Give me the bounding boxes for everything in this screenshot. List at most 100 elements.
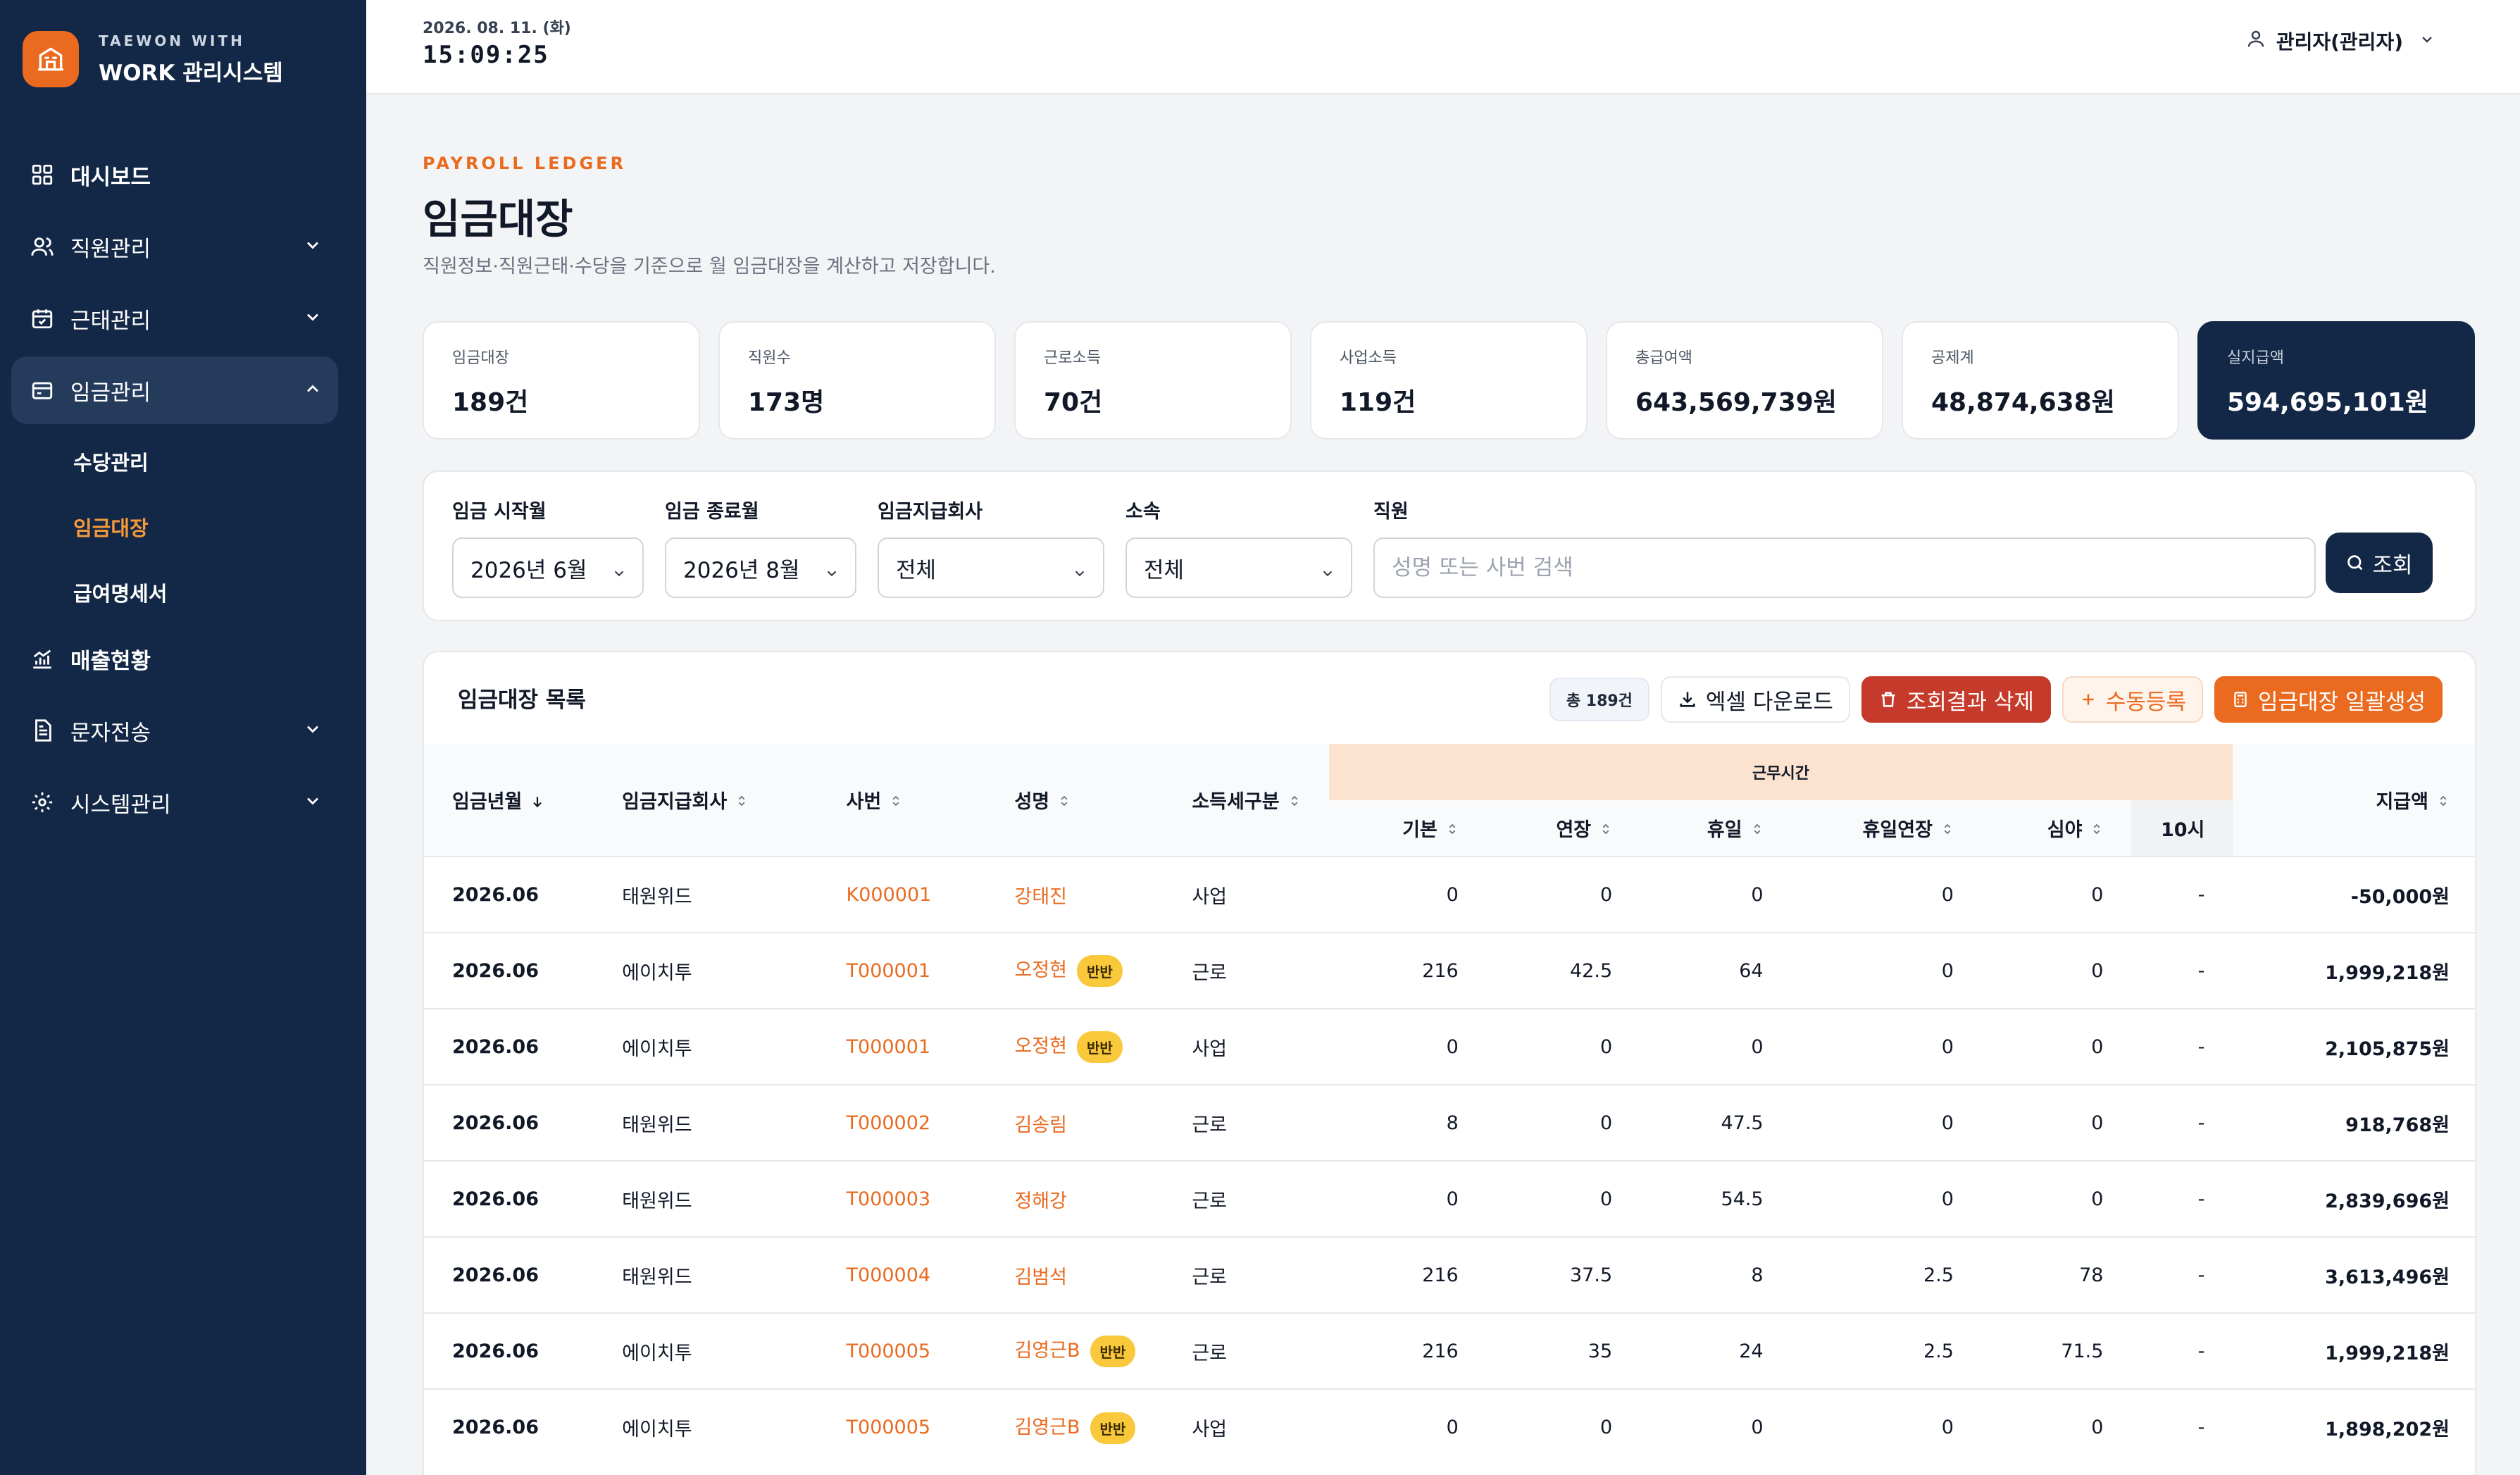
cell-name[interactable]: 오정현 반반 (986, 1008, 1164, 1085)
nav-item-attendance[interactable]: 근태관리 (11, 285, 338, 352)
cell-holiday: 64 (1640, 932, 1792, 1009)
cell-holiday-overtime: 0 (1791, 856, 1982, 933)
sort-desc-icon (530, 792, 544, 814)
chevron-down-icon (2419, 30, 2435, 53)
cell-tax-type: 사업 (1164, 856, 1329, 933)
cell-name[interactable]: 강태진 (986, 856, 1164, 933)
cell-employee-id[interactable]: T000004 (818, 1236, 987, 1313)
calculator-icon (2234, 692, 2247, 707)
cell-employee-id[interactable]: T000005 (818, 1388, 987, 1465)
column-header-10pm[interactable]: 10시 (2131, 800, 2233, 857)
employee-name[interactable]: 김영근B (1014, 1417, 1080, 1438)
column-group-work-hours: 근무시간 (1328, 744, 2233, 800)
delete-results-button[interactable]: 조회결과 삭제 (1861, 676, 2051, 723)
cell-base: 0 (1328, 856, 1487, 933)
stat-card-ledger: 임금대장 189건 (423, 321, 700, 440)
employee-name[interactable]: 정해강 (1014, 1190, 1067, 1212)
column-header-tax-type[interactable]: 소득세구분 (1164, 744, 1329, 857)
cell-employee-id[interactable]: T000002 (818, 1084, 987, 1161)
department-select[interactable]: 전체 (1125, 537, 1352, 598)
plus-icon (2083, 694, 2094, 705)
subnav-item-payroll-ledger[interactable]: 임금대장 (73, 494, 338, 559)
employee-name[interactable]: 김송림 (1014, 1114, 1067, 1136)
employee-name[interactable]: 오정현 (1014, 1035, 1067, 1057)
nav-label: 직원관리 (70, 236, 151, 262)
stat-card-net-pay: 실지급액 594,695,101원 (2197, 321, 2475, 440)
employee-search-input[interactable] (1373, 537, 2316, 598)
page-description: 직원정보·직원근태·수당을 기준으로 월 임금대장을 계산하고 저장합니다. (423, 256, 996, 278)
table-row[interactable]: 2026.06 에이치투 T000001 오정현 반반 사업 0 0 0 0 0 … (424, 1008, 2475, 1085)
chevron-down-icon (303, 791, 323, 814)
cell-employee-id[interactable]: K000001 (818, 856, 987, 933)
cell-employee-id[interactable]: T000005 (818, 1312, 987, 1389)
nav-item-sales[interactable]: 매출현황 (11, 625, 338, 692)
column-header-pay[interactable]: 지급액 (2233, 744, 2475, 857)
column-header-id[interactable]: 사번 (818, 744, 987, 857)
nav-item-system[interactable]: 시스템관리 (11, 768, 338, 836)
column-header-night[interactable]: 심야 (1981, 800, 2132, 857)
column-header-company[interactable]: 임금지급회사 (594, 744, 818, 857)
column-header-name[interactable]: 성명 (986, 744, 1164, 857)
cell-company: 태원위드 (594, 1084, 818, 1161)
select-value: 2026년 6월 (470, 557, 587, 583)
column-header-base[interactable]: 기본 (1328, 800, 1487, 857)
column-header-ym[interactable]: 임금년월 (424, 744, 594, 857)
excel-download-button[interactable]: 엑셀 다운로드 (1660, 676, 1850, 723)
nav-item-dashboard[interactable]: 대시보드 (11, 141, 338, 209)
bulk-generate-button[interactable]: 임금대장 일괄생성 (2214, 676, 2443, 723)
users-icon (30, 234, 55, 259)
table-row[interactable]: 2026.06 태원위드 T000003 정해강 근로 0 0 54.5 0 0… (424, 1160, 2475, 1237)
table-actions: 총 189건 엑셀 다운로드 조회결과 삭제 수동등록 임금대장 일괄생성 (1549, 676, 2443, 723)
cell-employee-id[interactable]: T000001 (818, 1008, 987, 1085)
column-label: 심야 (2047, 819, 2083, 841)
count-badge: 총 189건 (1549, 678, 1649, 721)
employee-name[interactable]: 강태진 (1014, 886, 1067, 908)
chevron-down-icon (1320, 561, 1335, 587)
column-header-overtime[interactable]: 연장 (1486, 800, 1641, 857)
sort-icon (1599, 820, 1612, 842)
cell-tax-type: 사업 (1164, 1008, 1329, 1085)
cell-name[interactable]: 오정현 반반 (986, 932, 1164, 1009)
nav-item-payroll[interactable]: 임금관리 (11, 356, 338, 424)
cell-pay: 3,613,496원 (2233, 1236, 2475, 1313)
brand[interactable]: TAEWON WITH WORK 관리시스템 (23, 31, 283, 87)
start-month-select[interactable]: 2026년 6월 (452, 537, 644, 598)
cell-company: 태원위드 (594, 1236, 818, 1313)
cell-ym: 2026.06 (424, 1008, 594, 1085)
cell-overtime: 0 (1486, 1084, 1641, 1161)
employee-name[interactable]: 김영근B (1014, 1340, 1080, 1362)
cell-name[interactable]: 김송림 (986, 1084, 1164, 1161)
search-button[interactable]: 조회 (2326, 533, 2433, 593)
half-badge: 반반 (1077, 955, 1123, 987)
table-row[interactable]: 2026.06 태원위드 T000002 김송림 근로 8 0 47.5 0 0… (424, 1084, 2475, 1161)
cell-company: 에이치투 (594, 932, 818, 1009)
end-month-select[interactable]: 2026년 8월 (665, 537, 856, 598)
stat-card-deductions: 공제계 48,874,638원 (1902, 321, 2179, 440)
subnav-item-allowance[interactable]: 수당관리 (73, 428, 338, 494)
cell-name[interactable]: 김범석 (986, 1236, 1164, 1313)
employee-name[interactable]: 오정현 (1014, 959, 1067, 981)
cell-name[interactable]: 김영근B 반반 (986, 1312, 1164, 1389)
company-select[interactable]: 전체 (878, 537, 1104, 598)
column-label: 10시 (2160, 819, 2205, 841)
cell-employee-id[interactable]: T000001 (818, 932, 987, 1009)
nav-item-employees[interactable]: 직원관리 (11, 213, 338, 280)
cell-name[interactable]: 정해강 (986, 1160, 1164, 1237)
table-row[interactable]: 2026.06 에이치투 T000005 김영근B 반반 근로 216 35 24… (424, 1312, 2475, 1389)
column-header-holiday-overtime[interactable]: 휴일연장 (1791, 800, 1982, 857)
subnav-item-payslip[interactable]: 급여명세서 (73, 559, 338, 625)
cell-employee-id[interactable]: T000003 (818, 1160, 987, 1237)
cell-pay: -50,000원 (2233, 856, 2475, 933)
table-row[interactable]: 2026.06 에이치투 T000001 오정현 반반 근로 216 42.5 6… (424, 932, 2475, 1009)
user-menu[interactable]: 관리자(관리자) (2245, 27, 2435, 55)
cell-holiday-overtime: 2.5 (1791, 1312, 1982, 1389)
nav-item-sms[interactable]: 문자전송 (11, 697, 338, 764)
table-row[interactable]: 2026.06 태원위드 T000004 김범석 근로 216 37.5 8 2… (424, 1236, 2475, 1313)
column-label: 휴일 (1707, 819, 1742, 841)
employee-name[interactable]: 김범석 (1014, 1266, 1067, 1288)
cell-name[interactable]: 김영근B 반반 (986, 1388, 1164, 1465)
column-header-holiday[interactable]: 휴일 (1640, 800, 1792, 857)
manual-register-button[interactable]: 수동등록 (2061, 676, 2203, 723)
table-row[interactable]: 2026.06 에이치투 T000005 김영근B 반반 사업 0 0 0 0 0… (424, 1388, 2475, 1465)
table-row[interactable]: 2026.06 태원위드 K000001 강태진 사업 0 0 0 0 0 - … (424, 856, 2475, 933)
